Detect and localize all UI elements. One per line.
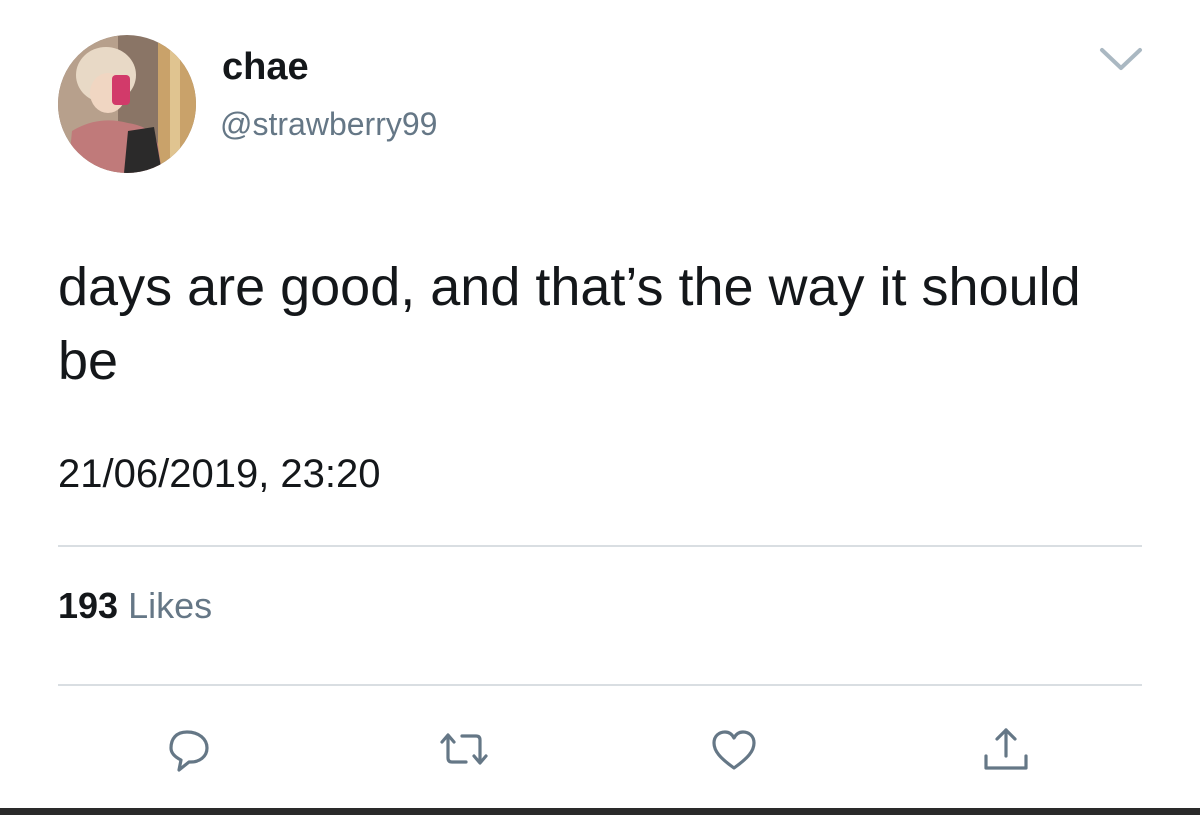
likes-stat[interactable]: 193 Likes <box>58 585 212 627</box>
share-icon[interactable] <box>978 722 1034 778</box>
chevron-down-icon[interactable] <box>1096 44 1146 74</box>
retweet-icon[interactable] <box>436 722 492 778</box>
tweet-text: days are good, and that’s the way it sho… <box>58 257 1081 391</box>
divider <box>58 684 1142 686</box>
avatar-photo <box>58 35 196 173</box>
user-handle[interactable]: @strawberry99 <box>220 104 437 144</box>
display-name[interactable]: chae <box>222 44 309 90</box>
likes-label: Likes <box>128 585 213 626</box>
tweet-timestamp[interactable]: 21/06/2019, 23:20 <box>58 450 381 498</box>
screen-bottom-edge <box>0 808 1200 815</box>
heart-icon[interactable] <box>706 722 762 778</box>
reply-icon[interactable] <box>163 722 219 778</box>
divider <box>58 545 1142 547</box>
likes-count: 193 <box>58 585 119 626</box>
avatar[interactable] <box>58 35 196 173</box>
